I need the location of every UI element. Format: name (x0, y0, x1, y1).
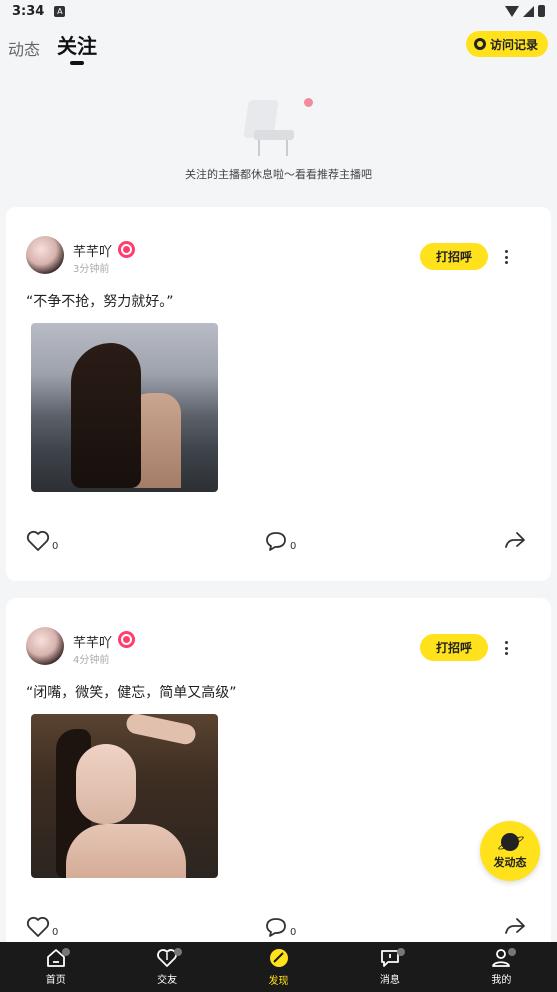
like-button[interactable]: 0 (26, 530, 58, 552)
signal-icon (523, 5, 534, 17)
tab-label: 发现 (268, 976, 289, 987)
post-image[interactable] (31, 714, 218, 878)
discover-icon (269, 949, 288, 967)
greet-button[interactable]: 打招呼 (420, 243, 488, 270)
post-text: “不争不抢，努力就好。” (26, 294, 174, 310)
empty-follow-state: 关注的主播都休息啦～看看推荐主播吧 (0, 90, 557, 190)
notification-dot (508, 948, 516, 956)
empty-chair-icon (240, 96, 313, 156)
post-username[interactable]: 芊芊吖 (73, 241, 112, 260)
live-badge-icon (118, 631, 135, 648)
notification-dot (173, 948, 182, 956)
avatar[interactable] (26, 627, 64, 665)
status-bar: 3:34 A (0, 0, 557, 22)
planet-icon (501, 832, 519, 851)
share-button[interactable] (504, 916, 526, 936)
avatar[interactable] (26, 236, 64, 274)
more-options-icon[interactable] (499, 638, 513, 658)
like-count: 0 (52, 927, 59, 938)
post-moment-button[interactable]: 发动态 (480, 821, 540, 881)
comment-button[interactable]: 0 (264, 916, 296, 938)
comment-bubble-icon (266, 918, 286, 937)
tab-home[interactable]: 首页 (0, 942, 111, 992)
notification-dot (396, 948, 405, 956)
like-count: 0 (52, 541, 59, 552)
post-text: “闭嘴，微笑，健忘，简单又高级” (26, 685, 237, 701)
share-arrow-icon (505, 918, 525, 934)
tab-label: 交友 (157, 975, 178, 986)
post-time: 4分钟前 (73, 655, 110, 666)
wifi-icon (505, 5, 519, 17)
post-card: 芊芊吖 3分钟前 打招呼 “不争不抢，努力就好。” 0 0 (6, 207, 551, 581)
tab-follow[interactable]: 关注 (57, 30, 97, 59)
visit-record-button[interactable]: 访问记录 (465, 31, 548, 57)
heart-decoration-icon (304, 98, 313, 107)
tab-discover[interactable]: 发现 (223, 942, 334, 992)
share-button[interactable] (504, 530, 526, 550)
visit-record-label: 访问记录 (489, 37, 538, 52)
greet-button[interactable]: 打招呼 (420, 634, 488, 661)
tab-friends[interactable]: 交友 (111, 942, 222, 992)
bottom-tab-bar: 首页 交友 发现 消息 我的 (0, 942, 557, 992)
live-badge-icon (118, 241, 135, 258)
active-tab-indicator (70, 61, 84, 65)
comment-count: 0 (290, 927, 297, 938)
tab-dynamic[interactable]: 动态 (8, 36, 40, 60)
like-button[interactable]: 0 (26, 916, 58, 938)
like-heart-icon (26, 916, 50, 937)
app-notification-icon: A (54, 5, 66, 17)
post-moment-label: 发动态 (493, 855, 527, 869)
status-icons (505, 5, 545, 17)
like-heart-icon (26, 530, 50, 551)
empty-state-text: 关注的主播都休息啦～看看推荐主播吧 (185, 168, 372, 181)
comment-bubble-icon (266, 532, 286, 551)
share-arrow-icon (505, 532, 525, 548)
battery-icon (538, 5, 545, 17)
comment-count: 0 (290, 541, 297, 552)
tab-label: 我的 (491, 975, 512, 986)
more-options-icon[interactable] (499, 247, 513, 267)
tab-messages[interactable]: 消息 (334, 942, 445, 992)
post-image[interactable] (31, 323, 218, 492)
post-card: 芊芊吖 4分钟前 打招呼 “闭嘴，微笑，健忘，简单又高级” 0 0 (6, 598, 551, 958)
notification-dot (62, 948, 71, 956)
comment-button[interactable]: 0 (264, 530, 296, 552)
post-time: 3分钟前 (73, 264, 110, 275)
tab-label: 消息 (379, 975, 400, 986)
status-time: 3:34 (12, 3, 45, 19)
post-username[interactable]: 芊芊吖 (73, 632, 112, 651)
visit-record-icon (473, 38, 486, 50)
tab-label: 首页 (45, 975, 66, 986)
top-nav: 动态 关注 访问记录 (0, 28, 557, 68)
tab-profile[interactable]: 我的 (446, 942, 557, 992)
